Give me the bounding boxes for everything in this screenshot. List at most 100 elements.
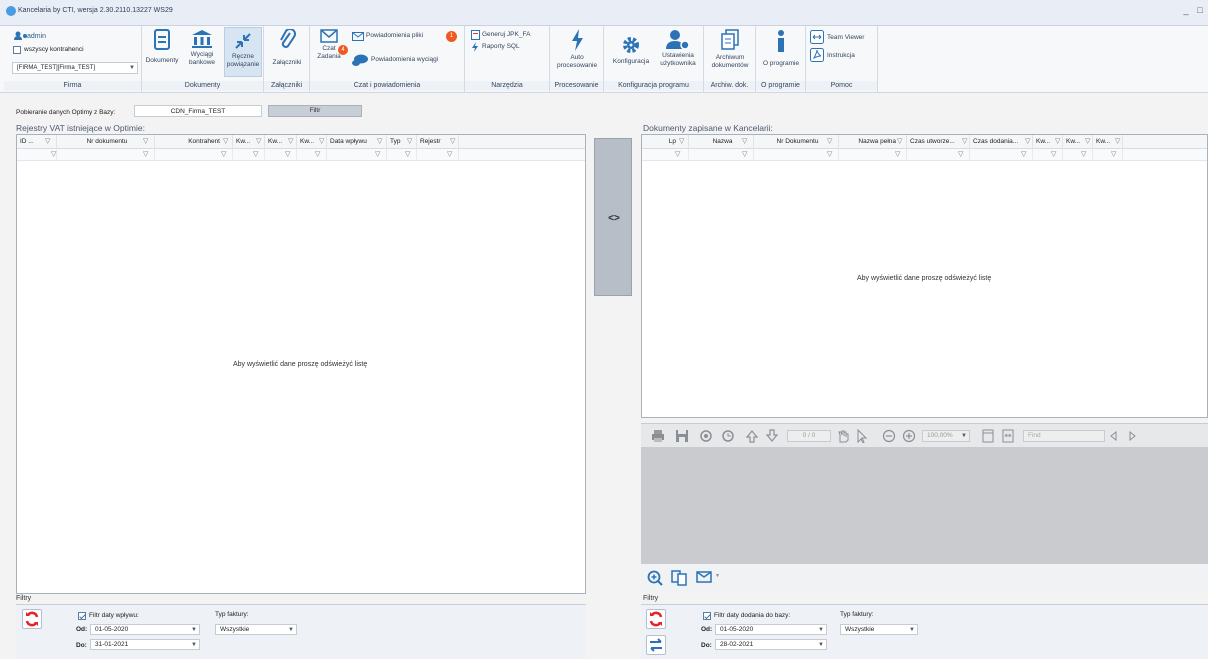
left-refresh-button[interactable] (22, 609, 42, 629)
all-clients-checkbox[interactable] (13, 46, 21, 54)
chevron-down-icon: ▼ (191, 627, 197, 633)
chevron-down-icon: ▼ (818, 627, 824, 633)
bank-statements-button[interactable]: Wyciągi bankowe (182, 29, 222, 67)
ribbon: admin wszyscy kontrahenci [FIRMA_TEST][F… (0, 26, 1208, 93)
col-kw-1[interactable]: Kw... ▽ (233, 135, 265, 149)
col-rejestr[interactable]: Rejestr ▽ (417, 135, 459, 149)
right-date-filter-checkbox[interactable] (703, 612, 711, 620)
configuration-button[interactable]: Konfiguracja (608, 29, 654, 66)
source-db-input[interactable]: CDN_Firma_TEST (134, 105, 262, 117)
right-to-date-input[interactable]: 28-02-2021 ▼ (715, 639, 827, 650)
col-nr-dokumentu[interactable]: Nr Dokumentu ▽ (754, 135, 839, 149)
right-type-select[interactable]: Wszystkie ▼ (840, 624, 918, 635)
sql-reports-button[interactable]: Raporty SQL (471, 42, 546, 52)
left-type-select[interactable]: Wszystkie ▼ (215, 624, 297, 635)
print-icon[interactable] (651, 429, 665, 443)
attachments-button[interactable]: Załączniki (267, 29, 307, 67)
save-icon[interactable] (675, 429, 689, 443)
filter-cell[interactable]: ▽ (970, 149, 1033, 161)
right-from-date-input[interactable]: 01-05-2020 ▼ (715, 624, 827, 635)
col-nazwa-pelna[interactable]: Nazwa pełna ▽ (839, 135, 907, 149)
right-refresh-button[interactable] (646, 609, 666, 629)
ribbon-group-procesowanie: Auto procesowanie Procesowanie (550, 26, 604, 93)
select-tool-icon[interactable] (856, 428, 870, 444)
minimize-button[interactable]: _ (1180, 4, 1192, 16)
user-settings-button[interactable]: Ustawienia użytkownika (654, 29, 702, 68)
col-lp[interactable]: Lp ▽ (642, 135, 689, 149)
col-kw-3[interactable]: Kw... ▽ (1093, 135, 1123, 149)
filter-button[interactable]: Filtr (268, 105, 362, 117)
filter-cell[interactable]: ▽ (57, 149, 155, 161)
notif-files-button[interactable]: Powiadomienia pliki (352, 32, 442, 42)
send-mail-button[interactable]: ▼ (696, 571, 722, 585)
right-to-label: Do: (701, 642, 712, 649)
filter-cell[interactable]: ▽ (907, 149, 970, 161)
col-czas-utworzenia[interactable]: Czas utworze... ▽ (907, 135, 970, 149)
filter-cell[interactable]: ▽ (327, 149, 387, 161)
filter-cell[interactable]: ▽ (754, 149, 839, 161)
fit-width-icon[interactable] (1001, 429, 1015, 443)
hand-tool-icon[interactable] (836, 429, 850, 443)
maximize-button[interactable]: □ (1194, 4, 1206, 16)
zoom-in-icon[interactable] (647, 570, 663, 586)
col-kw-2[interactable]: Kw... ▽ (1063, 135, 1093, 149)
filter-cell[interactable]: ▽ (387, 149, 417, 161)
find-next-icon[interactable] (1125, 429, 1139, 443)
col-czas-dodania[interactable]: Czas dodania... ▽ (970, 135, 1033, 149)
col-kontrahent[interactable]: Kontrahent ▽ (155, 135, 233, 149)
find-previous-icon[interactable] (1107, 429, 1121, 443)
zoom-select[interactable]: 100,00% ▼ (922, 430, 970, 442)
filter-cell[interactable]: ▽ (417, 149, 459, 161)
find-input[interactable]: Find (1023, 430, 1105, 442)
left-date-filter-checkbox[interactable] (78, 612, 86, 620)
generate-jpk-button[interactable]: Generuj JPK_FA (471, 30, 546, 40)
rotate-left-icon[interactable] (699, 429, 713, 443)
right-type-label: Typ faktury: (840, 611, 874, 618)
chevron-down-icon: ▼ (288, 627, 294, 633)
zoom-in-icon[interactable] (902, 429, 916, 443)
filter-cell[interactable]: ▽ (155, 149, 233, 161)
fit-page-icon[interactable] (981, 429, 995, 443)
about-button[interactable]: O programie (758, 29, 804, 68)
page-counter-input[interactable]: 0 / 0 (787, 430, 831, 442)
zoom-out-icon[interactable] (882, 429, 896, 443)
archive-button[interactable]: Archiwum dokumentów (706, 29, 754, 70)
filter-cell[interactable]: ▽ (265, 149, 297, 161)
company-select[interactable]: [FIRMA_TEST][Firma_TEST] ▼ (12, 62, 138, 74)
manual-button[interactable]: Instrukcja (810, 48, 876, 62)
filter-cell[interactable]: ▽ (17, 149, 57, 161)
filter-cell[interactable]: ▽ (1093, 149, 1123, 161)
col-id[interactable]: ID ... ▽ (17, 135, 57, 149)
documents-button[interactable]: Dokumenty (144, 29, 180, 65)
col-typ[interactable]: Typ ▽ (387, 135, 417, 149)
filter-cell[interactable]: ▽ (689, 149, 754, 161)
col-kw-3[interactable]: Kw... ▽ (297, 135, 327, 149)
left-from-date-input[interactable]: 01-05-2020 ▼ (90, 624, 200, 635)
rotate-right-icon[interactable] (721, 429, 735, 443)
col-nr-dokumentu[interactable]: Nr dokumentu ▽ (57, 135, 155, 149)
transfer-button[interactable]: <> (594, 138, 632, 296)
filter-cell[interactable]: ▽ (297, 149, 327, 161)
col-kw-2[interactable]: Kw... ▽ (265, 135, 297, 149)
filter-cell[interactable]: ▽ (839, 149, 907, 161)
swap-button[interactable] (646, 635, 666, 655)
arrow-up-icon[interactable] (745, 429, 759, 443)
left-to-date-input[interactable]: 31-01-2021 ▼ (90, 639, 200, 650)
auto-processing-button[interactable]: Auto procesowanie (552, 29, 602, 70)
filter-cell[interactable]: ▽ (1063, 149, 1093, 161)
arrow-down-icon[interactable] (765, 429, 779, 443)
col-nazwa[interactable]: Nazwa ▽ (689, 135, 754, 149)
notif-statements-button[interactable]: Powiadomienia wyciągi (352, 54, 462, 68)
pdf-preview-area[interactable] (641, 447, 1208, 564)
teamviewer-button[interactable]: Team Viewer (810, 30, 876, 44)
col-data-wplywu[interactable]: Data wpływu ▽ (327, 135, 387, 149)
right-filters-title: Filtry (643, 595, 659, 602)
col-kw-1[interactable]: Kw... ▽ (1033, 135, 1063, 149)
manual-link-button[interactable]: Ręczne powiązanie (224, 27, 262, 77)
filter-cell[interactable]: ▽ (1033, 149, 1063, 161)
split-document-icon[interactable] (671, 570, 687, 586)
chat-bubbles-icon (352, 54, 368, 66)
documents-button-label: Dokumenty (145, 57, 179, 64)
filter-cell[interactable]: ▽ (642, 149, 689, 161)
filter-cell[interactable]: ▽ (233, 149, 265, 161)
